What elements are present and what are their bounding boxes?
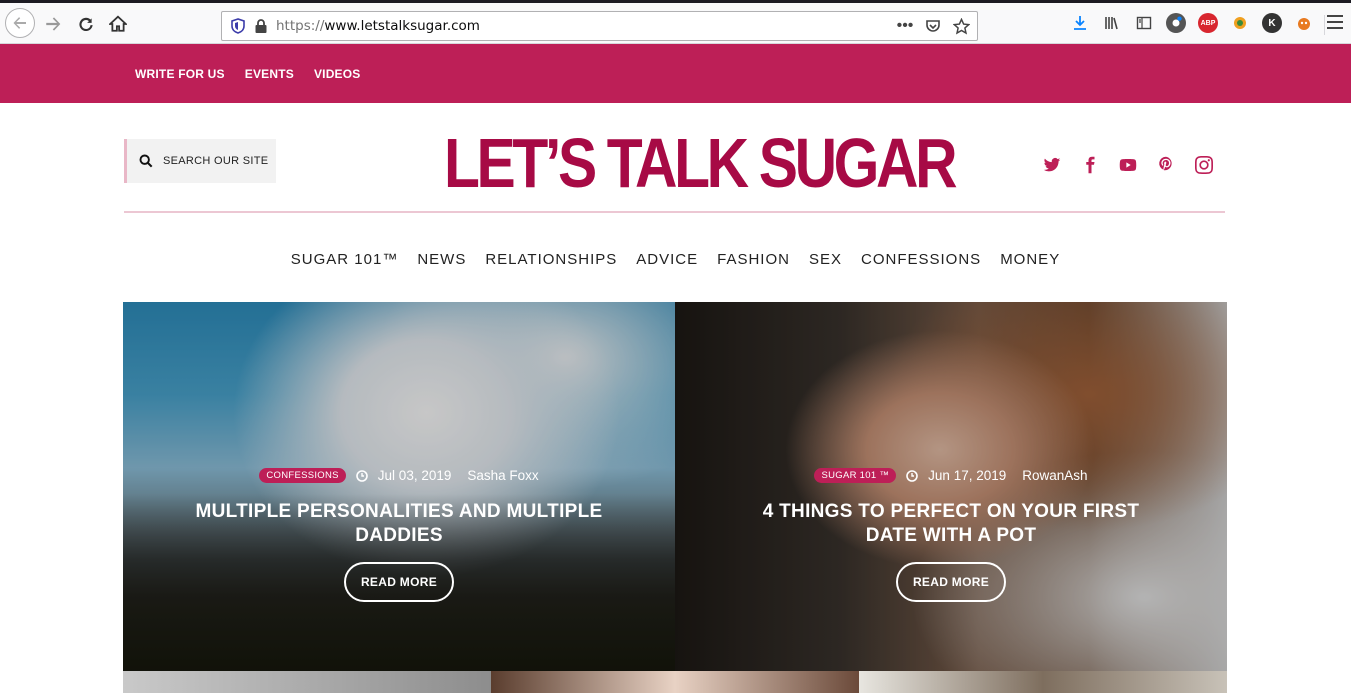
post-thumbnail[interactable] xyxy=(859,671,1227,693)
download-icon[interactable] xyxy=(1070,13,1090,33)
extension-k-icon[interactable]: K xyxy=(1262,13,1282,33)
post-author[interactable]: Sasha Foxx xyxy=(467,468,538,483)
address-bar[interactable]: https://www.letstalksugar.com ••• xyxy=(221,11,978,41)
url-host: www.letstalksugar.com xyxy=(324,18,480,34)
topbar-link-events[interactable]: EVENTS xyxy=(245,67,294,81)
main-navigation: SUGAR 101™ NEWS RELATIONSHIPS ADVICE FAS… xyxy=(0,215,1351,301)
read-more-button[interactable]: READ MORE xyxy=(896,562,1006,602)
clock-icon xyxy=(355,469,368,482)
nav-item-relationships[interactable]: RELATIONSHIPS xyxy=(485,251,617,268)
nav-item-sugar-101[interactable]: SUGAR 101™ xyxy=(291,251,399,268)
post-date: Jul 03, 2019 xyxy=(377,468,452,483)
home-icon xyxy=(109,15,127,32)
site-search-button[interactable]: SEARCH OUR SITE xyxy=(124,139,276,183)
header-divider xyxy=(124,211,1225,213)
tracking-shield-icon[interactable] xyxy=(230,18,246,34)
topbar-link-write-for-us[interactable]: WRITE FOR US xyxy=(135,67,225,81)
arrow-right-icon xyxy=(46,17,61,31)
post-author[interactable]: RowanAsh xyxy=(1022,468,1087,483)
sidebar-icon[interactable] xyxy=(1134,13,1154,33)
secondary-posts-row xyxy=(123,671,1227,693)
url-protocol: https:// xyxy=(276,18,325,34)
account-icon[interactable] xyxy=(1166,13,1186,33)
featured-post-card[interactable]: CONFESSIONS Jul 03, 2019 Sasha Foxx MULT… xyxy=(123,302,675,671)
reload-button[interactable] xyxy=(71,9,101,39)
image-overlay xyxy=(675,302,1227,671)
post-date: Jun 17, 2019 xyxy=(928,468,1007,483)
social-links xyxy=(1042,155,1214,175)
back-button[interactable] xyxy=(5,8,35,38)
topbar-link-videos[interactable]: VIDEOS xyxy=(314,67,361,81)
url-text: https://www.letstalksugar.com xyxy=(276,18,480,34)
extension-flower-icon[interactable] xyxy=(1230,13,1250,33)
site-header: SEARCH OUR SITE LET’S TALK SUGAR xyxy=(0,103,1351,215)
category-badge[interactable]: CONFESSIONS xyxy=(259,468,346,483)
adblock-plus-icon[interactable]: ABP xyxy=(1198,13,1218,33)
post-thumbnail[interactable] xyxy=(123,671,491,693)
search-label: SEARCH OUR SITE xyxy=(163,155,269,167)
post-meta: SUGAR 101 ™ Jun 17, 2019 RowanAsh xyxy=(675,468,1227,483)
facebook-icon[interactable] xyxy=(1080,155,1100,175)
featured-posts: CONFESSIONS Jul 03, 2019 Sasha Foxx MULT… xyxy=(123,302,1227,671)
category-badge[interactable]: SUGAR 101 ™ xyxy=(814,468,897,483)
post-meta: CONFESSIONS Jul 03, 2019 Sasha Foxx xyxy=(123,468,675,483)
forward-button[interactable] xyxy=(38,9,68,39)
reload-icon xyxy=(79,17,93,32)
twitter-icon[interactable] xyxy=(1042,155,1062,175)
nav-item-advice[interactable]: ADVICE xyxy=(636,251,698,268)
nav-item-sex[interactable]: SEX xyxy=(809,251,842,268)
home-button[interactable] xyxy=(103,9,133,39)
featured-post-card[interactable]: SUGAR 101 ™ Jun 17, 2019 RowanAsh 4 THIN… xyxy=(675,302,1227,671)
nav-item-news[interactable]: NEWS xyxy=(417,251,466,268)
hamburger-menu-icon[interactable] xyxy=(1327,15,1343,33)
post-thumbnail[interactable] xyxy=(491,671,859,693)
clock-icon xyxy=(906,469,918,482)
library-icon[interactable] xyxy=(1102,13,1122,33)
site-logo[interactable]: LET’S TALK SUGAR xyxy=(444,128,958,198)
instagram-icon[interactable] xyxy=(1194,155,1214,175)
post-title[interactable]: MULTIPLE PERSONALITIES AND MULTIPLE DADD… xyxy=(123,500,675,548)
extension-monkey-icon[interactable] xyxy=(1294,13,1314,33)
pinterest-icon[interactable] xyxy=(1156,155,1176,175)
nav-item-fashion[interactable]: FASHION xyxy=(717,251,790,268)
search-icon xyxy=(139,154,153,168)
bookmark-star-icon[interactable] xyxy=(951,16,971,36)
browser-toolbar: https://www.letstalksugar.com ••• ABP K xyxy=(0,3,1351,44)
top-utility-bar: WRITE FOR US EVENTS VIDEOS xyxy=(0,44,1351,103)
toolbar-separator xyxy=(1324,15,1325,35)
nav-item-confessions[interactable]: CONFESSIONS xyxy=(861,251,981,268)
pocket-icon[interactable] xyxy=(923,16,943,36)
post-title[interactable]: 4 THINGS TO PERFECT ON YOUR FIRST DATE W… xyxy=(675,500,1227,548)
nav-item-money[interactable]: MONEY xyxy=(1000,251,1060,268)
image-overlay xyxy=(123,302,675,671)
arrow-left-icon xyxy=(13,17,26,29)
extension-icons: ABP K xyxy=(1070,13,1314,33)
lock-icon[interactable] xyxy=(254,18,268,34)
read-more-button[interactable]: READ MORE xyxy=(344,562,454,602)
youtube-icon[interactable] xyxy=(1118,155,1138,175)
page-actions-icon[interactable]: ••• xyxy=(895,16,915,36)
